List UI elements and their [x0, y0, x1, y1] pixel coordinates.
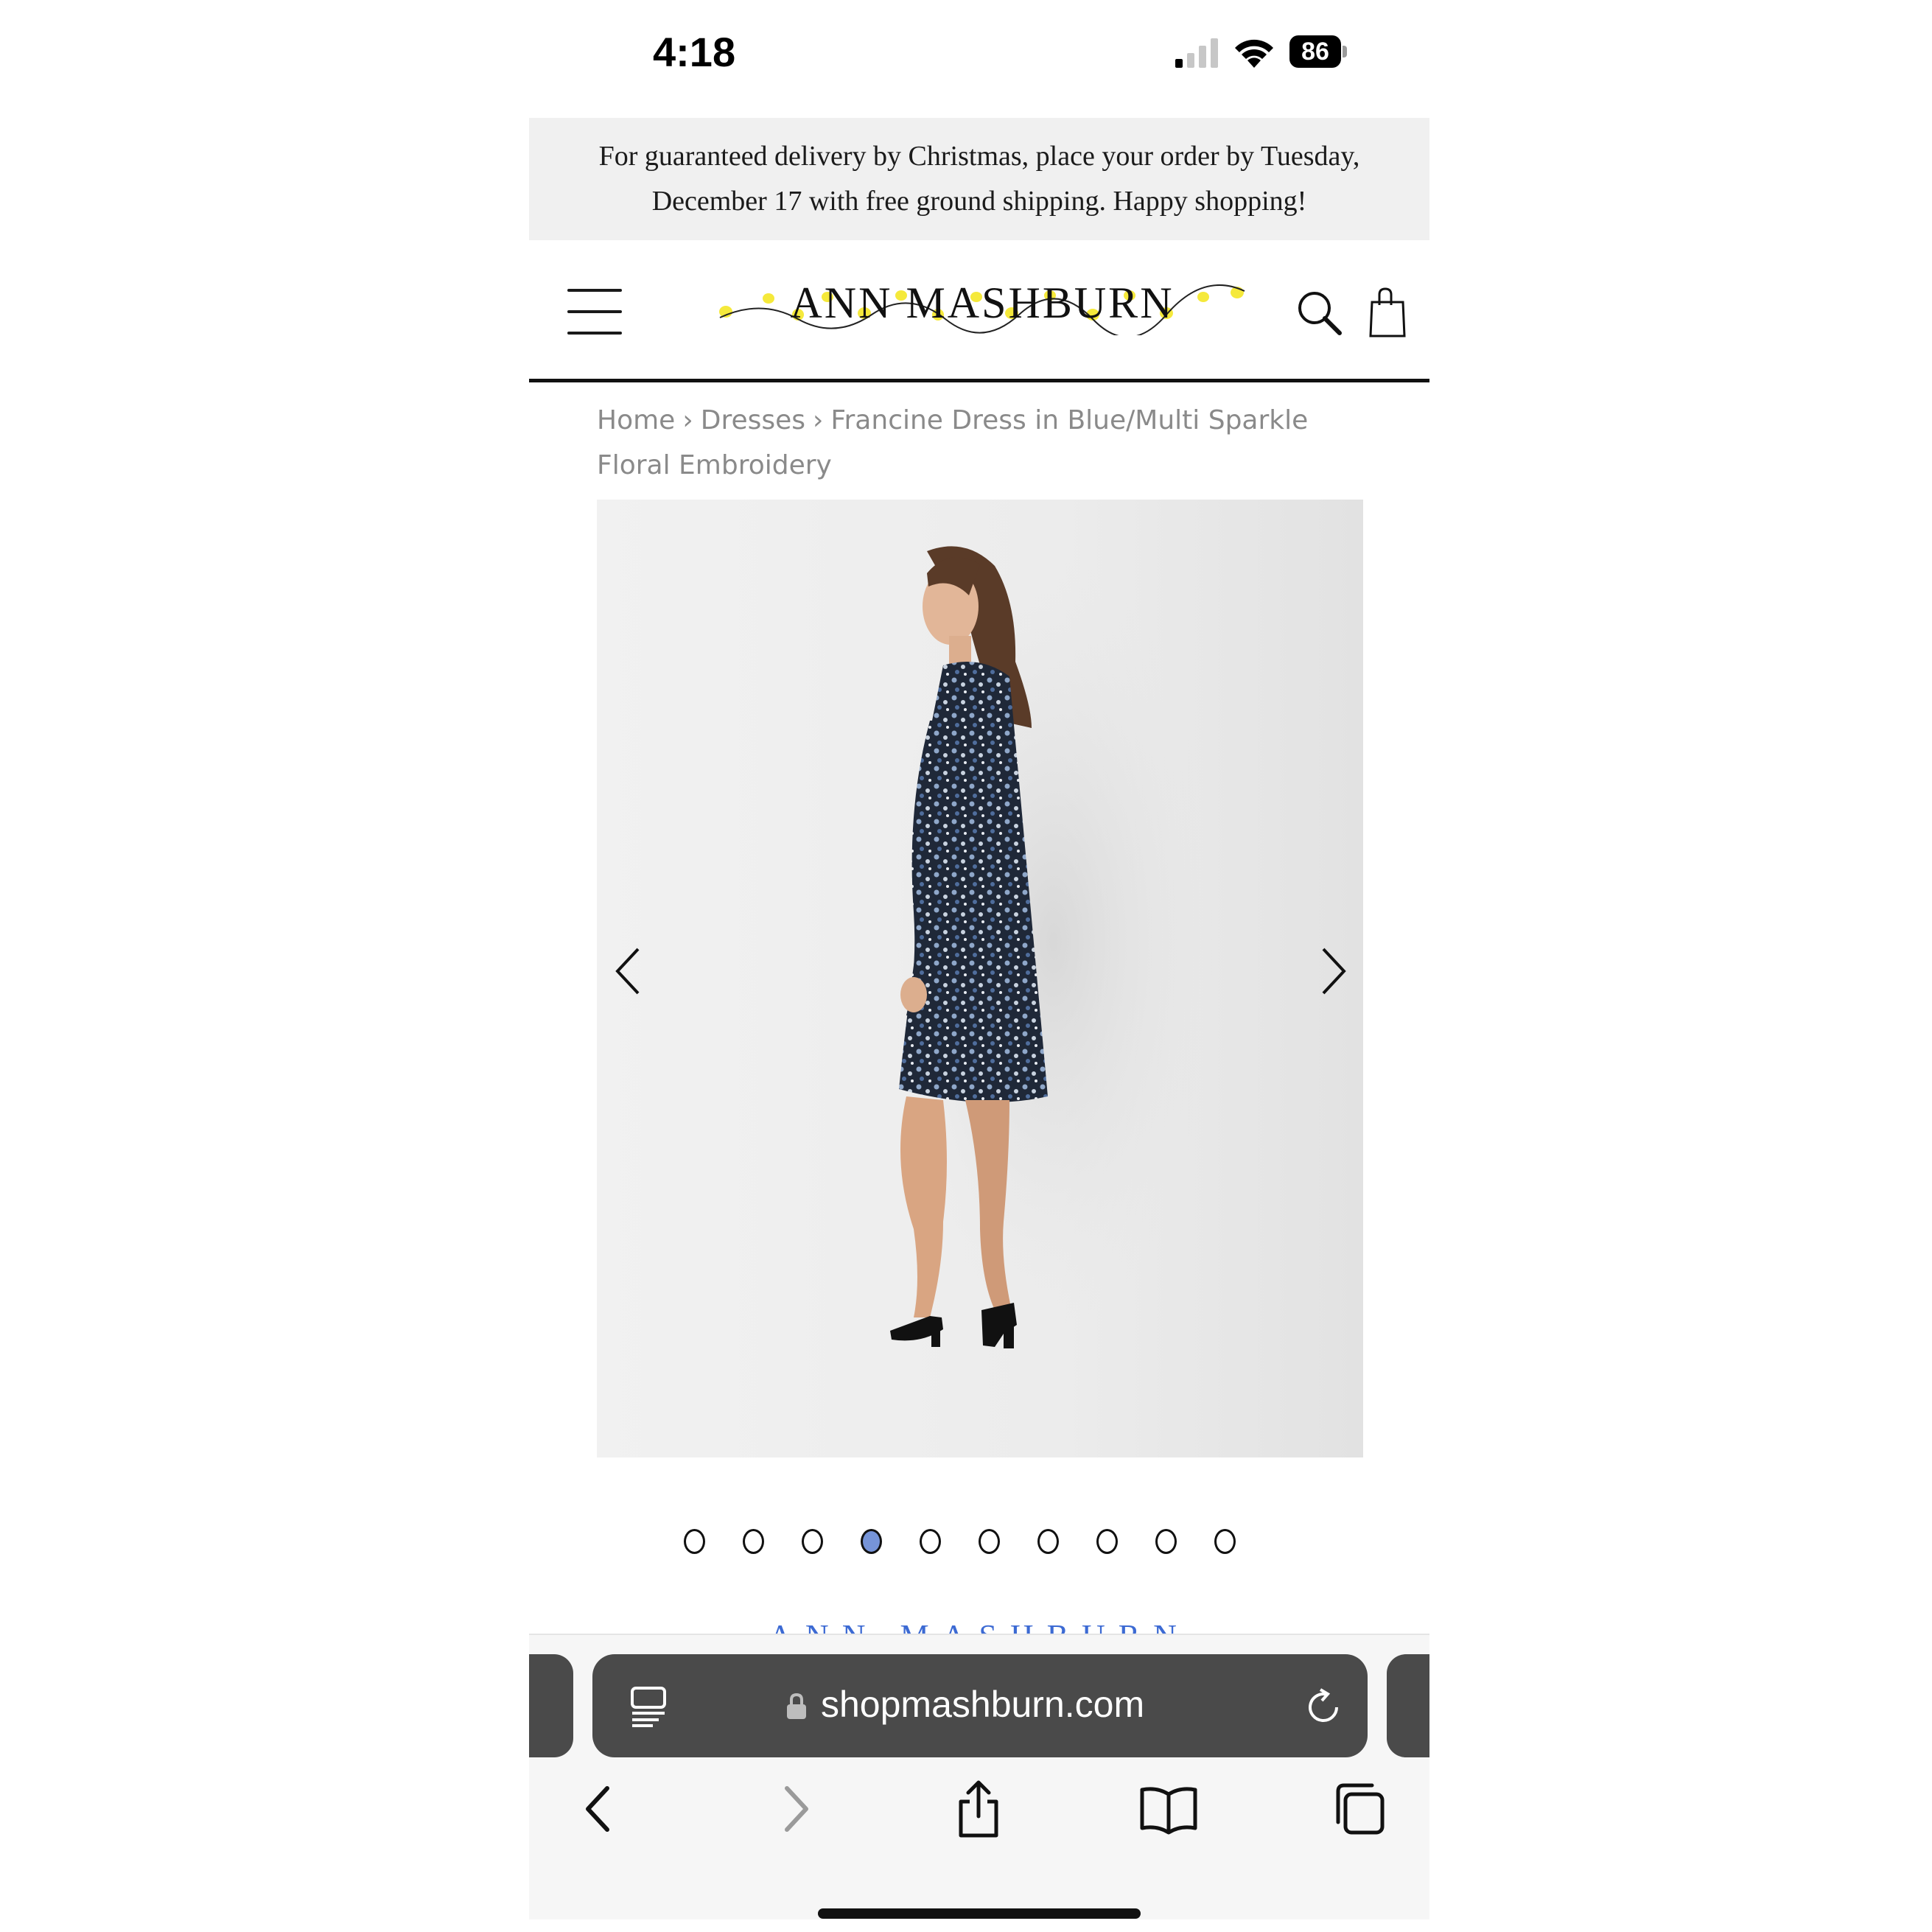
carousel-dot[interactable]	[979, 1529, 1000, 1554]
next-tab-peek[interactable]	[1387, 1654, 1429, 1757]
carousel-dot-active[interactable]	[861, 1529, 882, 1554]
carousel-dot[interactable]	[1214, 1529, 1236, 1554]
carousel-dot[interactable]	[1155, 1529, 1177, 1554]
phone-screen: 4:18 86 For guaranteed delivery by Chris…	[529, 0, 1429, 1932]
browser-chrome: shopmashburn.com	[529, 1635, 1429, 1919]
product-image[interactable]	[597, 500, 1363, 1457]
wifi-icon	[1235, 39, 1273, 68]
promo-banner: For guaranteed delivery by Christmas, pl…	[529, 118, 1429, 240]
promo-banner-text: For guaranteed delivery by Christmas, pl…	[598, 141, 1360, 217]
model-photo	[890, 546, 1216, 1348]
breadcrumb-separator: ›	[682, 405, 693, 435]
carousel-dot[interactable]	[802, 1529, 823, 1554]
battery-level: 86	[1289, 35, 1341, 68]
carousel-dot[interactable]	[684, 1529, 705, 1554]
tabs-icon[interactable]	[1329, 1779, 1388, 1838]
battery-icon: 86	[1289, 35, 1347, 68]
header-divider	[529, 379, 1429, 382]
reload-icon[interactable]	[1303, 1687, 1344, 1728]
back-icon[interactable]	[570, 1779, 629, 1838]
breadcrumb: Home › Dresses › Francine Dress in Blue/Mult…	[597, 398, 1378, 488]
chevron-left-icon[interactable]	[607, 942, 651, 1001]
forward-icon[interactable]	[765, 1779, 824, 1838]
reader-mode-icon[interactable]	[629, 1687, 668, 1728]
carousel-dot[interactable]	[920, 1529, 941, 1554]
hamburger-menu-icon[interactable]	[567, 289, 622, 335]
breadcrumb-home[interactable]: Home	[597, 405, 675, 435]
search-icon[interactable]	[1295, 289, 1343, 336]
ann-mashburn-logo[interactable]: ANN MASHBURN	[717, 276, 1247, 335]
carousel-dot[interactable]	[1037, 1529, 1059, 1554]
shopping-bag-icon[interactable]	[1368, 287, 1407, 337]
bookmarks-icon[interactable]	[1139, 1779, 1198, 1838]
carousel-dots	[684, 1529, 1273, 1561]
breadcrumb-separator: ›	[813, 405, 824, 435]
previous-tab-peek[interactable]	[529, 1654, 573, 1757]
url-text[interactable]: shopmashburn.com	[821, 1682, 1144, 1726]
carousel-dot[interactable]	[743, 1529, 764, 1554]
breadcrumb-dresses[interactable]: Dresses	[701, 405, 805, 435]
logo-text: ANN MASHBURN	[790, 279, 1174, 327]
share-icon[interactable]	[949, 1779, 1008, 1838]
address-bar[interactable]: shopmashburn.com	[592, 1654, 1368, 1757]
status-time: 4:18	[653, 29, 736, 75]
lock-icon	[787, 1693, 806, 1719]
home-indicator	[818, 1908, 1141, 1919]
chevron-right-icon[interactable]	[1310, 942, 1354, 1001]
cellular-signal-icon	[1175, 38, 1218, 68]
carousel-dot[interactable]	[1096, 1529, 1118, 1554]
